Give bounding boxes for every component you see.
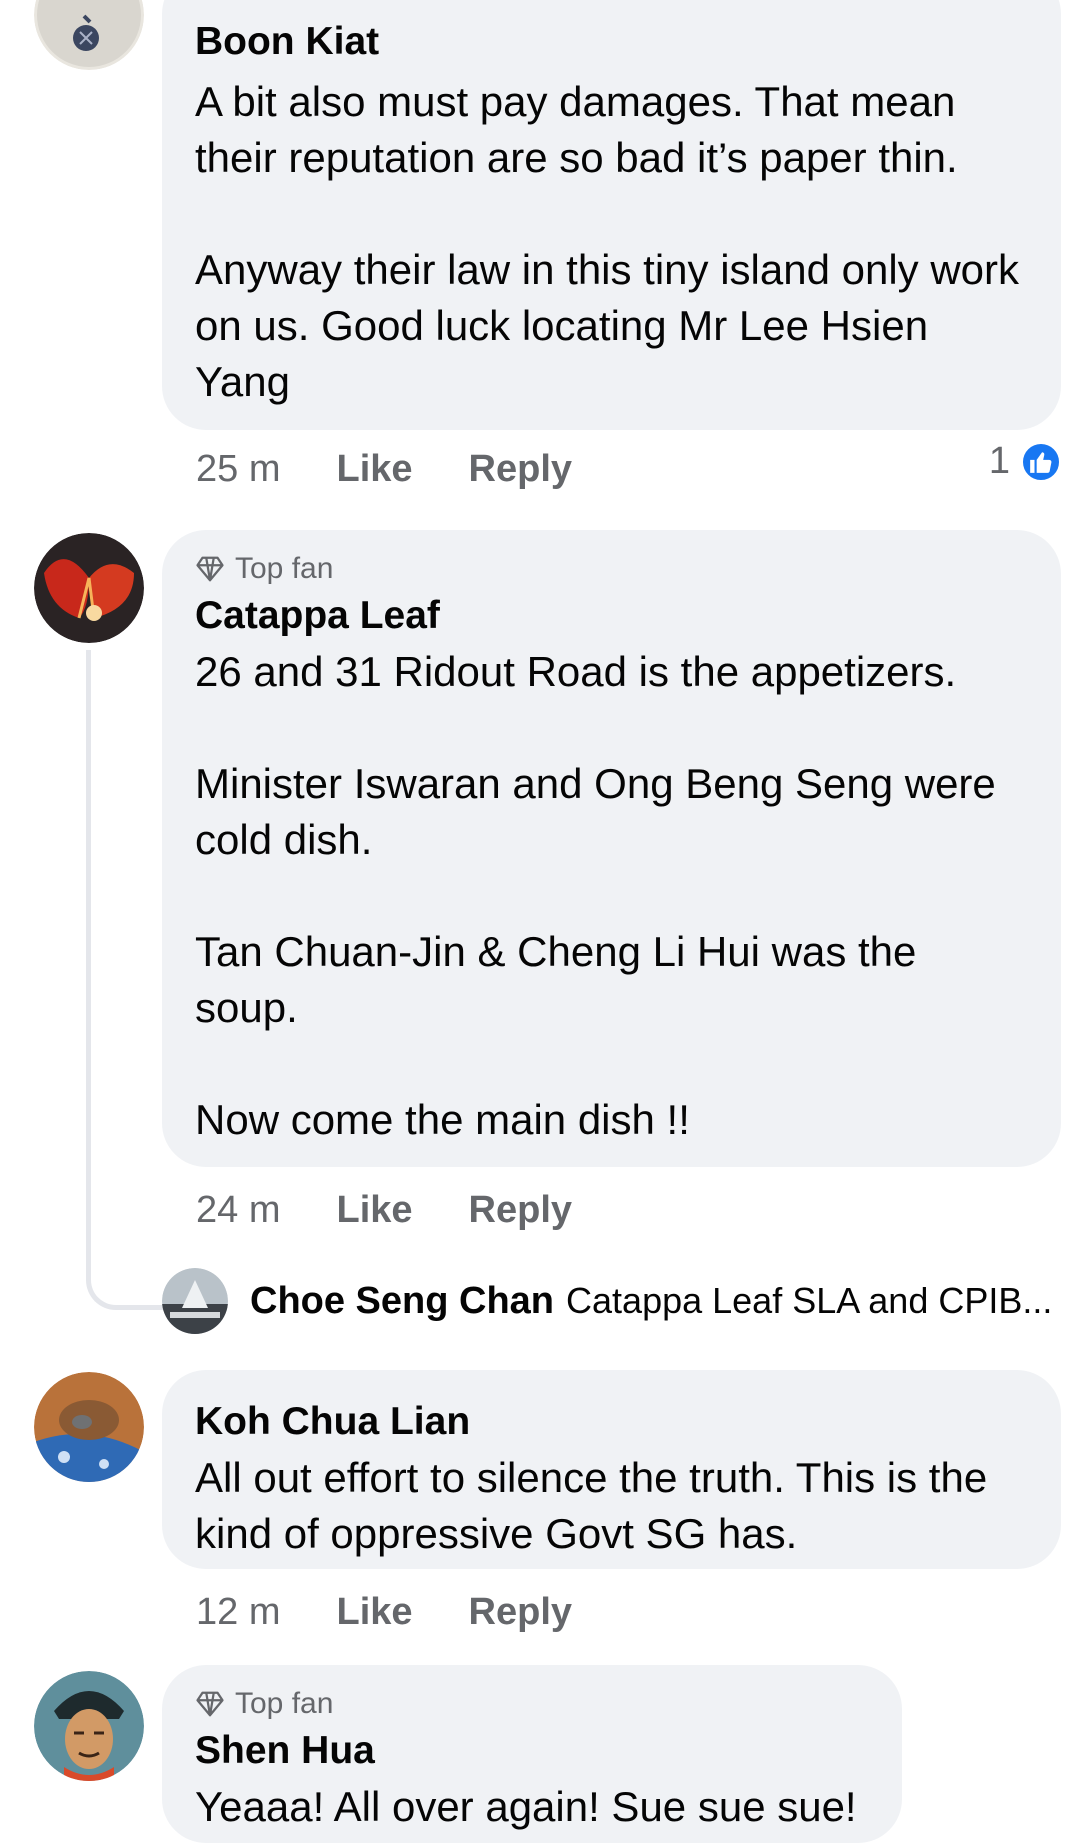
reply-snippet: Catappa Leaf SLA and CPIB... [566, 1280, 1053, 1321]
top-fan-badge: Top fan [195, 1687, 333, 1721]
thread-connector-line [86, 650, 166, 1310]
badge-label: Top fan [235, 1687, 334, 1720]
comment-author[interactable]: Boon Kiat [195, 20, 379, 64]
avatar-catappa-leaf[interactable] [34, 533, 144, 643]
diamond-icon [196, 1691, 224, 1717]
comment-timestamp[interactable]: 25 m [196, 448, 280, 491]
comment-author[interactable]: Koh Chua Lian [195, 1400, 470, 1444]
reply-button[interactable]: Reply [469, 1591, 572, 1634]
comment-text: 26 and 31 Ridout Road is the appetizers.… [195, 648, 996, 1143]
reply-preview[interactable]: Choe Seng Chan Catappa Leaf SLA and CPIB… [250, 1276, 1052, 1326]
comment-actions: 25 m Like Reply [196, 446, 572, 492]
comment-bubble-shen-hua: Top fan Shen Hua Yeaaa! All over again! … [162, 1665, 902, 1843]
reply-button[interactable]: Reply [469, 1189, 572, 1232]
comment-author[interactable]: Catappa Leaf [195, 594, 440, 638]
reaction-count: 1 [988, 440, 1010, 482]
avatar-choe-seng-chan[interactable] [162, 1268, 228, 1334]
comment-author[interactable]: Shen Hua [195, 1729, 375, 1773]
like-icon [1020, 440, 1062, 483]
comment-timestamp[interactable]: 24 m [196, 1189, 280, 1232]
comment-bubble-koh-chua-lian: Koh Chua Lian All out effort to silence … [162, 1370, 1061, 1569]
reply-button[interactable]: Reply [469, 448, 572, 491]
reaction-summary[interactable]: 1 [989, 440, 1062, 483]
comment-timestamp[interactable]: 12 m [196, 1591, 280, 1634]
comment-actions: 12 m Like Reply [196, 1589, 572, 1635]
like-button[interactable]: Like [336, 1189, 412, 1232]
comment-text: All out effort to silence the truth. Thi… [195, 1454, 999, 1557]
avatar-shen-hua[interactable] [34, 1671, 144, 1781]
top-fan-badge: Top fan [195, 552, 333, 586]
comment-text: Yeaaa! All over again! Sue sue sue! [195, 1783, 857, 1830]
comment-bubble-catappa-leaf: Top fan Catappa Leaf 26 and 31 Ridout Ro… [162, 530, 1061, 1167]
badge-label: Top fan [235, 552, 334, 585]
reply-author[interactable]: Choe Seng Chan [250, 1280, 554, 1323]
comment-text: A bit also must pay damages. That mean t… [195, 78, 1020, 405]
like-button[interactable]: Like [336, 448, 412, 491]
like-button[interactable]: Like [336, 1591, 412, 1634]
avatar-koh-chua-lian[interactable] [34, 1372, 144, 1482]
avatar-boon-kiat[interactable] [34, 0, 144, 70]
diamond-icon [196, 556, 224, 582]
comment-actions: 24 m Like Reply [196, 1187, 572, 1233]
comment-bubble-boon-kiat: Boon Kiat A bit also must pay damages. T… [162, 0, 1061, 430]
